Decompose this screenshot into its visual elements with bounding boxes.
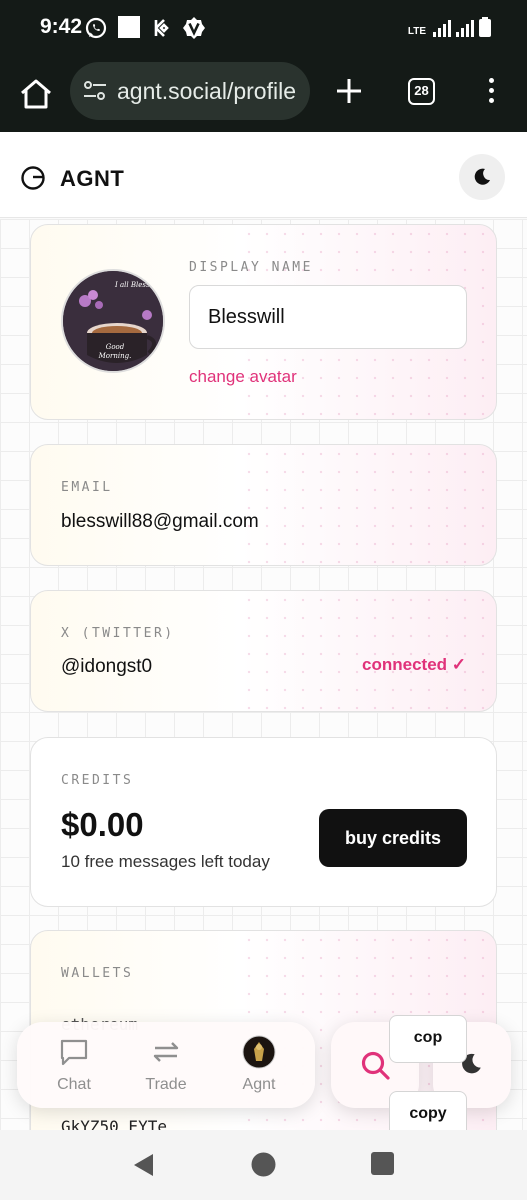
nav-chat[interactable]: Chat [34, 1034, 114, 1094]
browser-toolbar: agnt.social/profile 28 [0, 56, 527, 132]
site-header: AGNT [0, 132, 527, 218]
brand-name[interactable]: AGNT [60, 166, 124, 192]
overflow-menu-icon[interactable] [486, 78, 496, 106]
copy-address-button[interactable]: cop [389, 1015, 467, 1063]
agnt-logo-icon[interactable] [20, 165, 46, 191]
url-text[interactable]: agnt.social/profile [117, 78, 296, 105]
profile-content[interactable]: I all Bless Good Morning. DISPLAY NAME c… [0, 219, 527, 1130]
moon-icon [474, 168, 490, 185]
system-indicators: LTE [408, 17, 491, 37]
free-messages-text: 10 free messages left today [61, 852, 270, 871]
display-name-input[interactable] [189, 285, 467, 349]
search-icon [361, 1051, 390, 1080]
avatar-caption-top: I all Bless [115, 281, 150, 289]
chat-bubble-icon [60, 1039, 88, 1066]
avatar-caption-bottom: Good Morning. [98, 343, 132, 360]
twitter-label: X (TWITTER) [61, 626, 175, 641]
twitter-connected-status: connected ✓ [362, 655, 466, 674]
whatsapp-icon [85, 17, 107, 39]
nav-trade-label: Trade [145, 1076, 187, 1093]
signal-2-icon [456, 20, 474, 37]
v-badge-icon [183, 17, 205, 39]
theme-toggle-button[interactable] [459, 154, 505, 200]
credits-label: CREDITS [61, 773, 134, 788]
new-tab-icon[interactable] [334, 76, 364, 106]
email-card: EMAIL blesswill88@gmail.com [30, 444, 497, 566]
nav-trade[interactable]: Trade [126, 1034, 206, 1094]
bottom-nav: Chat Trade Agnt [17, 1022, 315, 1108]
site-settings-icon[interactable] [82, 79, 108, 103]
display-name-card: I all Bless Good Morning. DISPLAY NAME c… [30, 224, 497, 420]
wallets-label: WALLETS [61, 966, 134, 981]
nav-chat-label: Chat [57, 1076, 91, 1093]
status-bar: 9:42 LTE [0, 0, 527, 56]
home-circle-icon[interactable] [251, 1152, 276, 1177]
status-time: 9:42 [40, 15, 83, 38]
tab-switcher-button[interactable]: 28 [408, 78, 435, 105]
kucoin-icon [154, 19, 169, 37]
twitter-handle: @idongst0 [61, 656, 153, 677]
nav-agnt-label: Agnt [242, 1076, 276, 1093]
notification-square-icon [118, 16, 140, 38]
avatar[interactable]: I all Bless Good Morning. [61, 269, 165, 373]
battery-icon [479, 17, 491, 37]
email-value: blesswill88@gmail.com [61, 511, 259, 532]
copy-address-button-2[interactable]: copy [389, 1091, 467, 1130]
credits-card: CREDITS $0.00 10 free messages left toda… [30, 737, 497, 907]
email-label: EMAIL [61, 480, 113, 495]
recents-icon[interactable] [371, 1152, 394, 1175]
back-icon[interactable] [131, 1152, 155, 1178]
credits-amount: $0.00 [61, 806, 144, 843]
nav-agnt[interactable]: Agnt [219, 1034, 299, 1094]
address-bar[interactable]: agnt.social/profile [70, 62, 310, 120]
display-name-label: DISPLAY NAME [189, 260, 313, 275]
change-avatar-link[interactable]: change avatar [189, 367, 297, 387]
wallet-address: GkYZ50 EYTe [61, 1117, 167, 1130]
home-icon[interactable] [18, 76, 54, 112]
swap-arrows-icon [153, 1042, 179, 1062]
android-navigation-bar [0, 1130, 527, 1200]
network-type: LTE [407, 26, 426, 37]
buy-credits-button[interactable]: buy credits [319, 809, 467, 867]
agnt-avatar-icon [242, 1035, 276, 1069]
twitter-card: X (TWITTER) @idongst0 connected ✓ [30, 590, 497, 712]
signal-icon [433, 20, 451, 37]
